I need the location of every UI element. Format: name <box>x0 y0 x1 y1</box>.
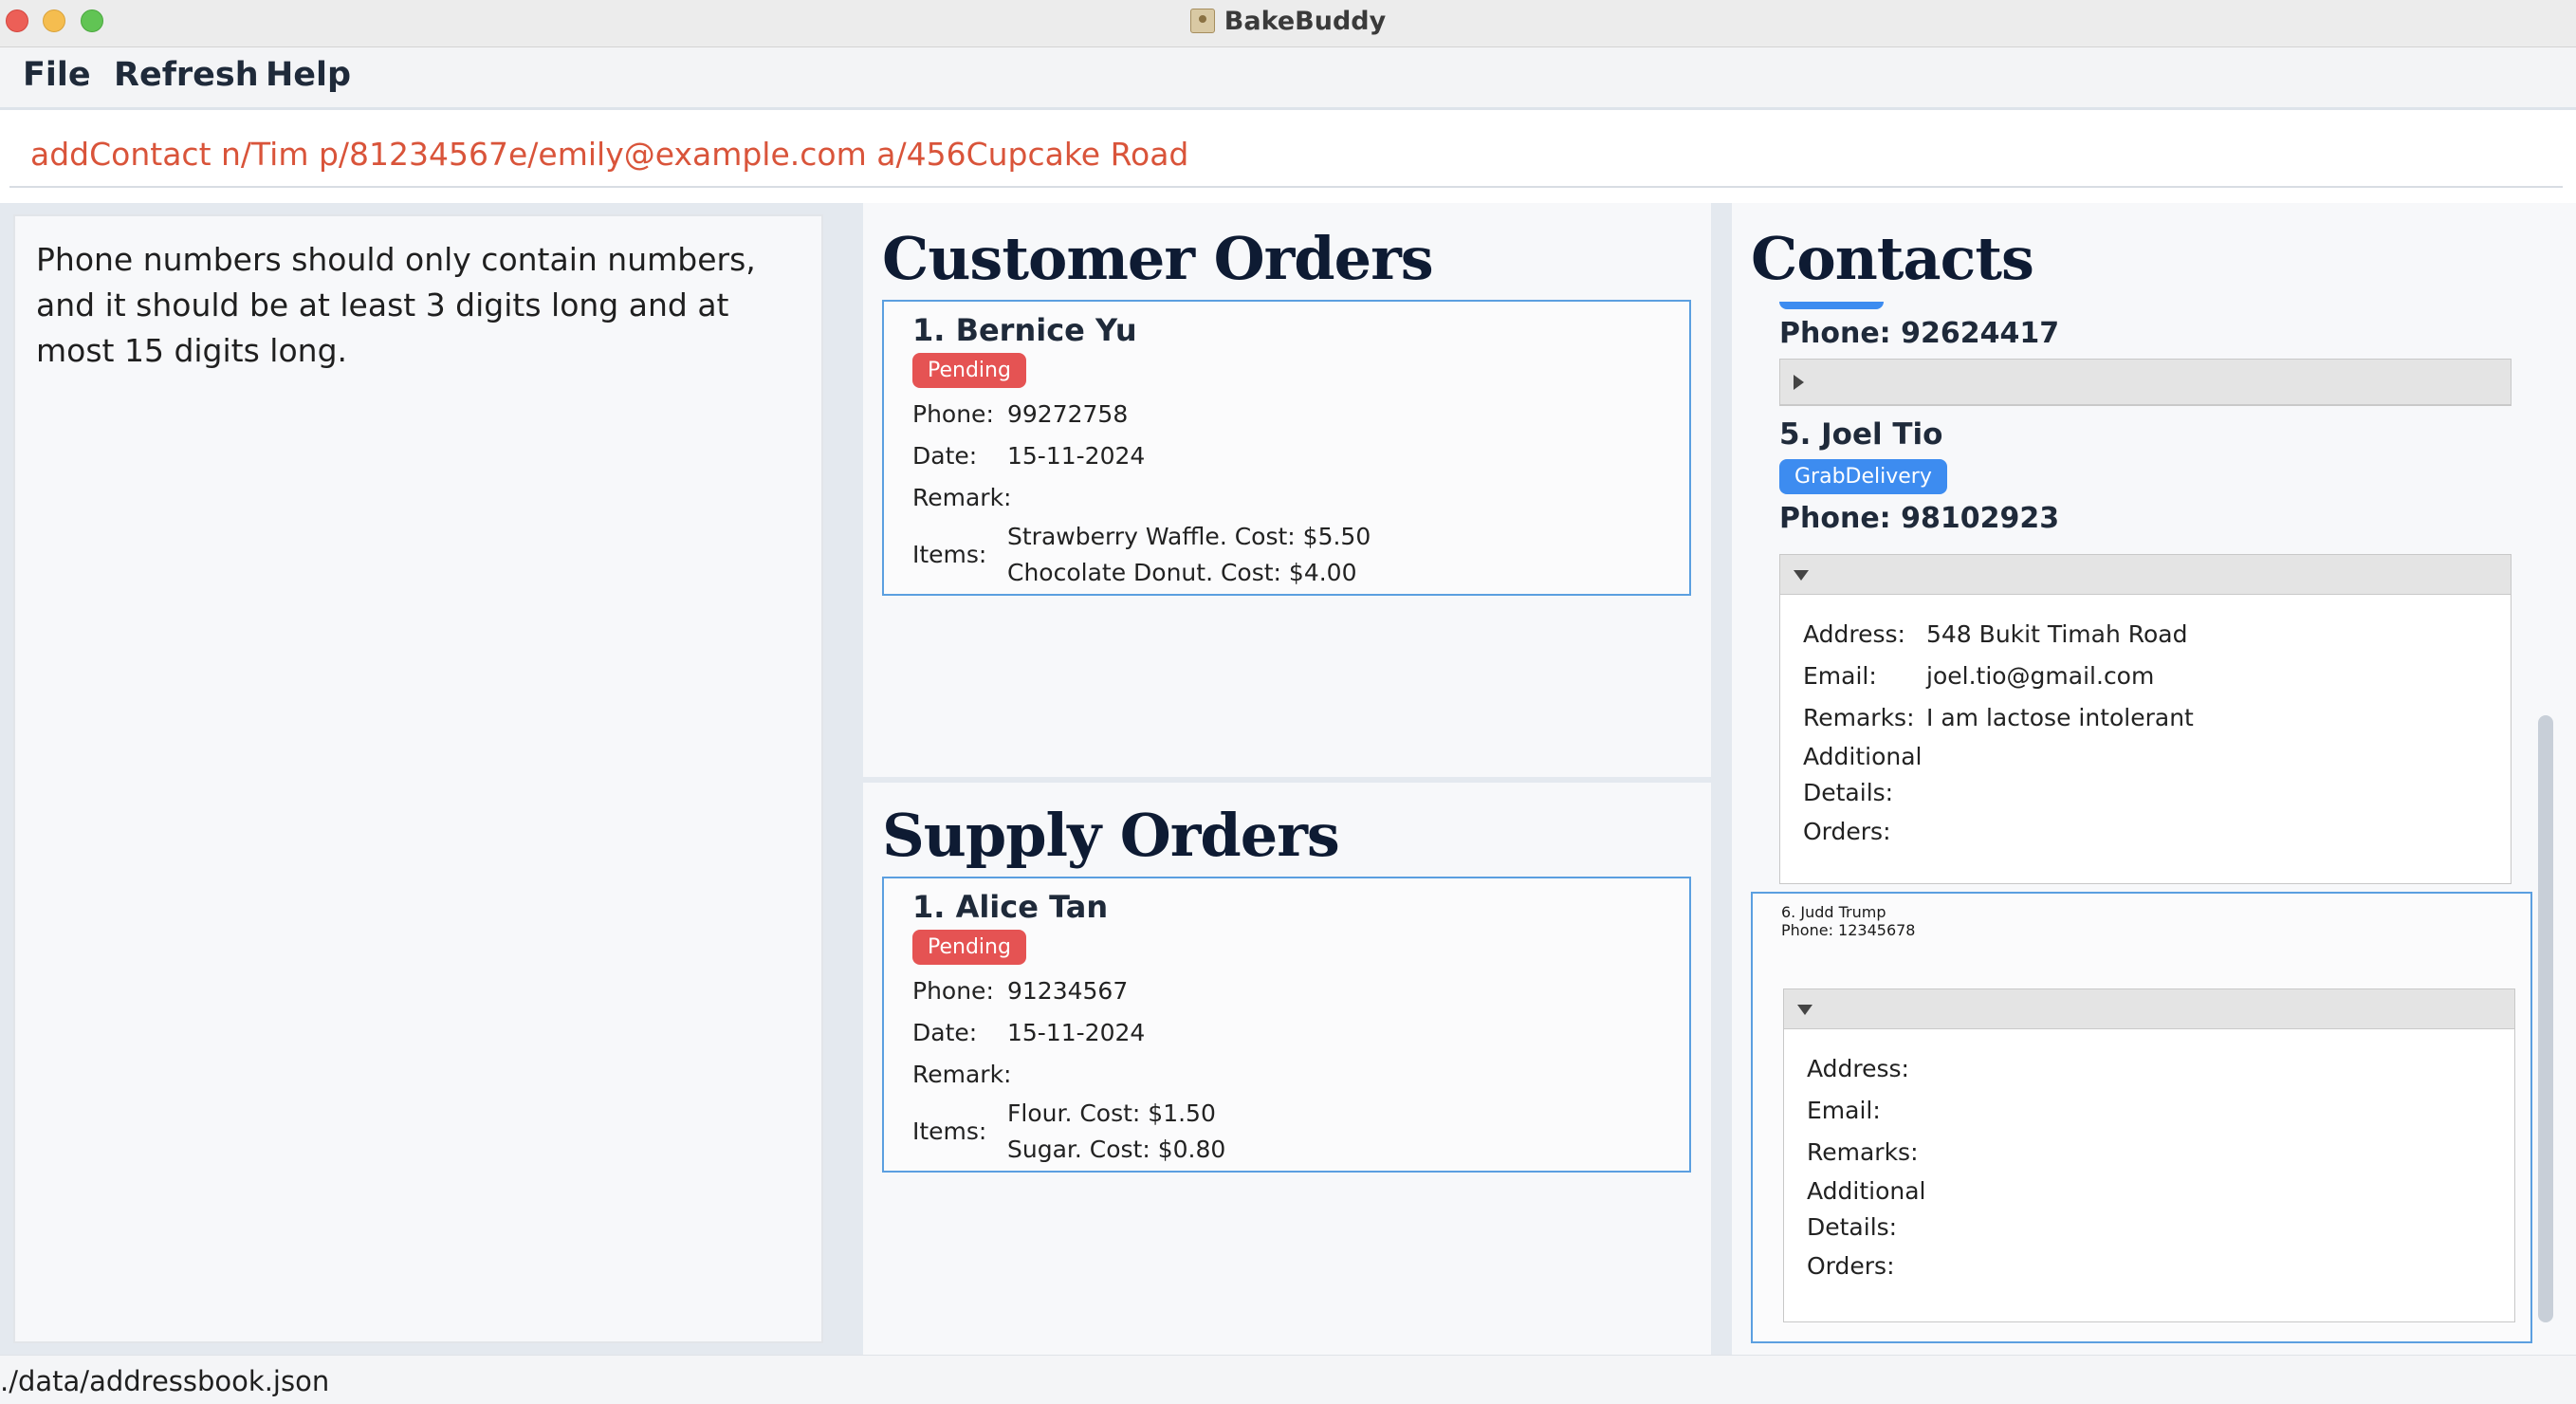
customer-order-card[interactable]: 1. Bernice Yu Pending Phone: 99272758 Da… <box>882 300 1691 596</box>
contacts-title: Contacts <box>1751 224 2034 293</box>
order-remark-row: Remark: <box>912 477 1661 519</box>
collapse-arrow-icon <box>1794 570 1809 581</box>
address-value: 548 Bukit Timah Road <box>1926 620 2188 648</box>
tag-badge: GrabDelivery <box>1779 459 1947 494</box>
command-input[interactable] <box>9 121 2563 188</box>
supply-item: Flour. Cost: $1.50 <box>1007 1099 1216 1127</box>
menu-refresh[interactable]: Refresh <box>114 56 259 94</box>
details-label: Details: <box>1807 1213 1898 1241</box>
remark-label: Remark: <box>912 1061 1012 1088</box>
email-row: Email: <box>1807 1090 2492 1132</box>
address-label: Address: <box>1803 620 1905 648</box>
order-items-row: Items: Strawberry Waffle. Cost: $5.50 Ch… <box>912 519 1661 591</box>
supply-phone-row: Phone: 91234567 <box>912 970 1661 1012</box>
supply-order-card[interactable]: 1. Alice Tan Pending Phone: 91234567 Dat… <box>882 877 1691 1173</box>
orders-row: Orders: <box>1803 811 2488 853</box>
status-badge: Pending <box>912 353 1026 388</box>
data-file-path: ./data/addressbook.json <box>0 1365 330 1397</box>
additional-label: Additional <box>1803 743 1923 770</box>
contact-card-judd[interactable]: 6. Judd Trump Phone: 12345678 Address: E… <box>1751 892 2532 1343</box>
title-bar: BakeBuddy <box>0 0 2576 47</box>
app-icon <box>1189 9 1215 33</box>
phone-label: Phone: <box>912 400 994 428</box>
email-value: joel.tio@gmail.com <box>1926 662 2155 690</box>
order-item: Strawberry Waffle. Cost: $5.50 <box>1007 523 1371 550</box>
orders-label: Orders: <box>1807 1252 1895 1280</box>
contact-phone: Phone: 12345678 <box>1781 921 1916 939</box>
customer-orders-title: Customer Orders <box>882 224 1434 293</box>
window-title: BakeBuddy <box>0 7 2576 36</box>
supply-date-value: 15-11-2024 <box>1007 1019 1146 1046</box>
email-label: Email: <box>1803 662 1877 690</box>
tag-badge-partial <box>1779 302 1884 309</box>
status-badge: Pending <box>912 930 1026 965</box>
supply-item: Sugar. Cost: $0.80 <box>1007 1136 1226 1163</box>
orders-column: Customer Orders 1. Bernice Yu Pending Ph… <box>863 203 1711 1355</box>
window-title-text: BakeBuddy <box>1224 7 1387 36</box>
additional-details-row: Additional Details: <box>1807 1173 2492 1246</box>
order-item: Chocolate Donut. Cost: $4.00 <box>1007 559 1357 586</box>
menu-file[interactable]: File <box>23 56 91 94</box>
order-customer-name: 1. Bernice Yu <box>912 312 1137 348</box>
main-area: Phone numbers should only contain number… <box>0 203 2576 1355</box>
supply-remark-row: Remark: <box>912 1054 1661 1096</box>
result-display: Phone numbers should only contain number… <box>13 214 823 1343</box>
address-row: Address: 548 Bukit Timah Road <box>1803 614 2488 656</box>
expand-arrow-icon <box>1794 375 1804 390</box>
orders-label: Orders: <box>1803 818 1891 845</box>
expander-header[interactable] <box>1780 360 2511 405</box>
supply-orders-title: Supply Orders <box>882 801 1340 870</box>
remarks-label: Remarks: <box>1803 704 1915 731</box>
order-supplier-name: 1. Alice Tan <box>912 889 1109 925</box>
contact-card-joel[interactable]: 5. Joel Tio GrabDelivery Phone: 98102923… <box>1779 417 2529 884</box>
contact-name: 6. Judd Trump <box>1781 903 1886 921</box>
additional-label: Additional <box>1807 1177 1926 1205</box>
collapse-arrow-icon <box>1797 1005 1812 1015</box>
result-message: Phone numbers should only contain number… <box>36 241 756 369</box>
expander-header[interactable] <box>1784 989 2514 1029</box>
contact-details-expander[interactable]: Address: Email: Remarks: Additional Deta… <box>1783 988 2515 1322</box>
items-label: Items: <box>912 541 987 568</box>
command-box <box>0 112 2576 197</box>
contacts-column: Contacts Phone: 92624417 5. Joel Tio Gra… <box>1732 203 2576 1355</box>
additional-details-row: Additional Details: <box>1803 739 2488 811</box>
remarks-row: Remarks: <box>1807 1132 2492 1173</box>
supply-items-row: Items: Flour. Cost: $1.50 Sugar. Cost: $… <box>912 1096 1661 1168</box>
details-label: Details: <box>1803 779 1894 806</box>
order-phone-value: 99272758 <box>1007 400 1129 428</box>
orders-row: Orders: <box>1807 1246 2492 1287</box>
contact-details-expander[interactable] <box>1779 359 2512 406</box>
remark-label: Remark: <box>912 484 1012 511</box>
address-row: Address: <box>1807 1048 2492 1090</box>
contact-phone: Phone: 98102923 <box>1779 502 2060 535</box>
contact-name: 5. Joel Tio <box>1779 417 1943 452</box>
remarks-label: Remarks: <box>1807 1138 1919 1166</box>
contact-phone: Phone: 92624417 <box>1779 317 2060 350</box>
order-date-row: Date: 15-11-2024 <box>912 435 1661 477</box>
phone-label: Phone: <box>912 977 994 1005</box>
date-label: Date: <box>912 442 978 470</box>
address-label: Address: <box>1807 1055 1909 1082</box>
remarks-row: Remarks: I am lactose intolerant <box>1803 697 2488 739</box>
email-row: Email: joel.tio@gmail.com <box>1803 656 2488 697</box>
menu-help[interactable]: Help <box>266 56 351 94</box>
orders-divider[interactable] <box>863 777 1711 783</box>
items-label: Items: <box>912 1118 987 1145</box>
expander-header[interactable] <box>1780 555 2511 595</box>
email-label: Email: <box>1807 1097 1881 1124</box>
status-bar: ./data/addressbook.json <box>0 1355 2576 1404</box>
supply-date-row: Date: 15-11-2024 <box>912 1012 1661 1054</box>
supply-phone-value: 91234567 <box>1007 977 1129 1005</box>
contact-details-expander[interactable]: Address: 548 Bukit Timah Road Email: joe… <box>1779 554 2512 884</box>
order-date-value: 15-11-2024 <box>1007 442 1146 470</box>
menu-bar: File Refresh Help <box>0 47 2576 110</box>
date-label: Date: <box>912 1019 978 1046</box>
order-phone-row: Phone: 99272758 <box>912 394 1661 435</box>
remarks-value: I am lactose intolerant <box>1926 704 2194 731</box>
contacts-scrollbar[interactable] <box>2538 715 2553 1322</box>
